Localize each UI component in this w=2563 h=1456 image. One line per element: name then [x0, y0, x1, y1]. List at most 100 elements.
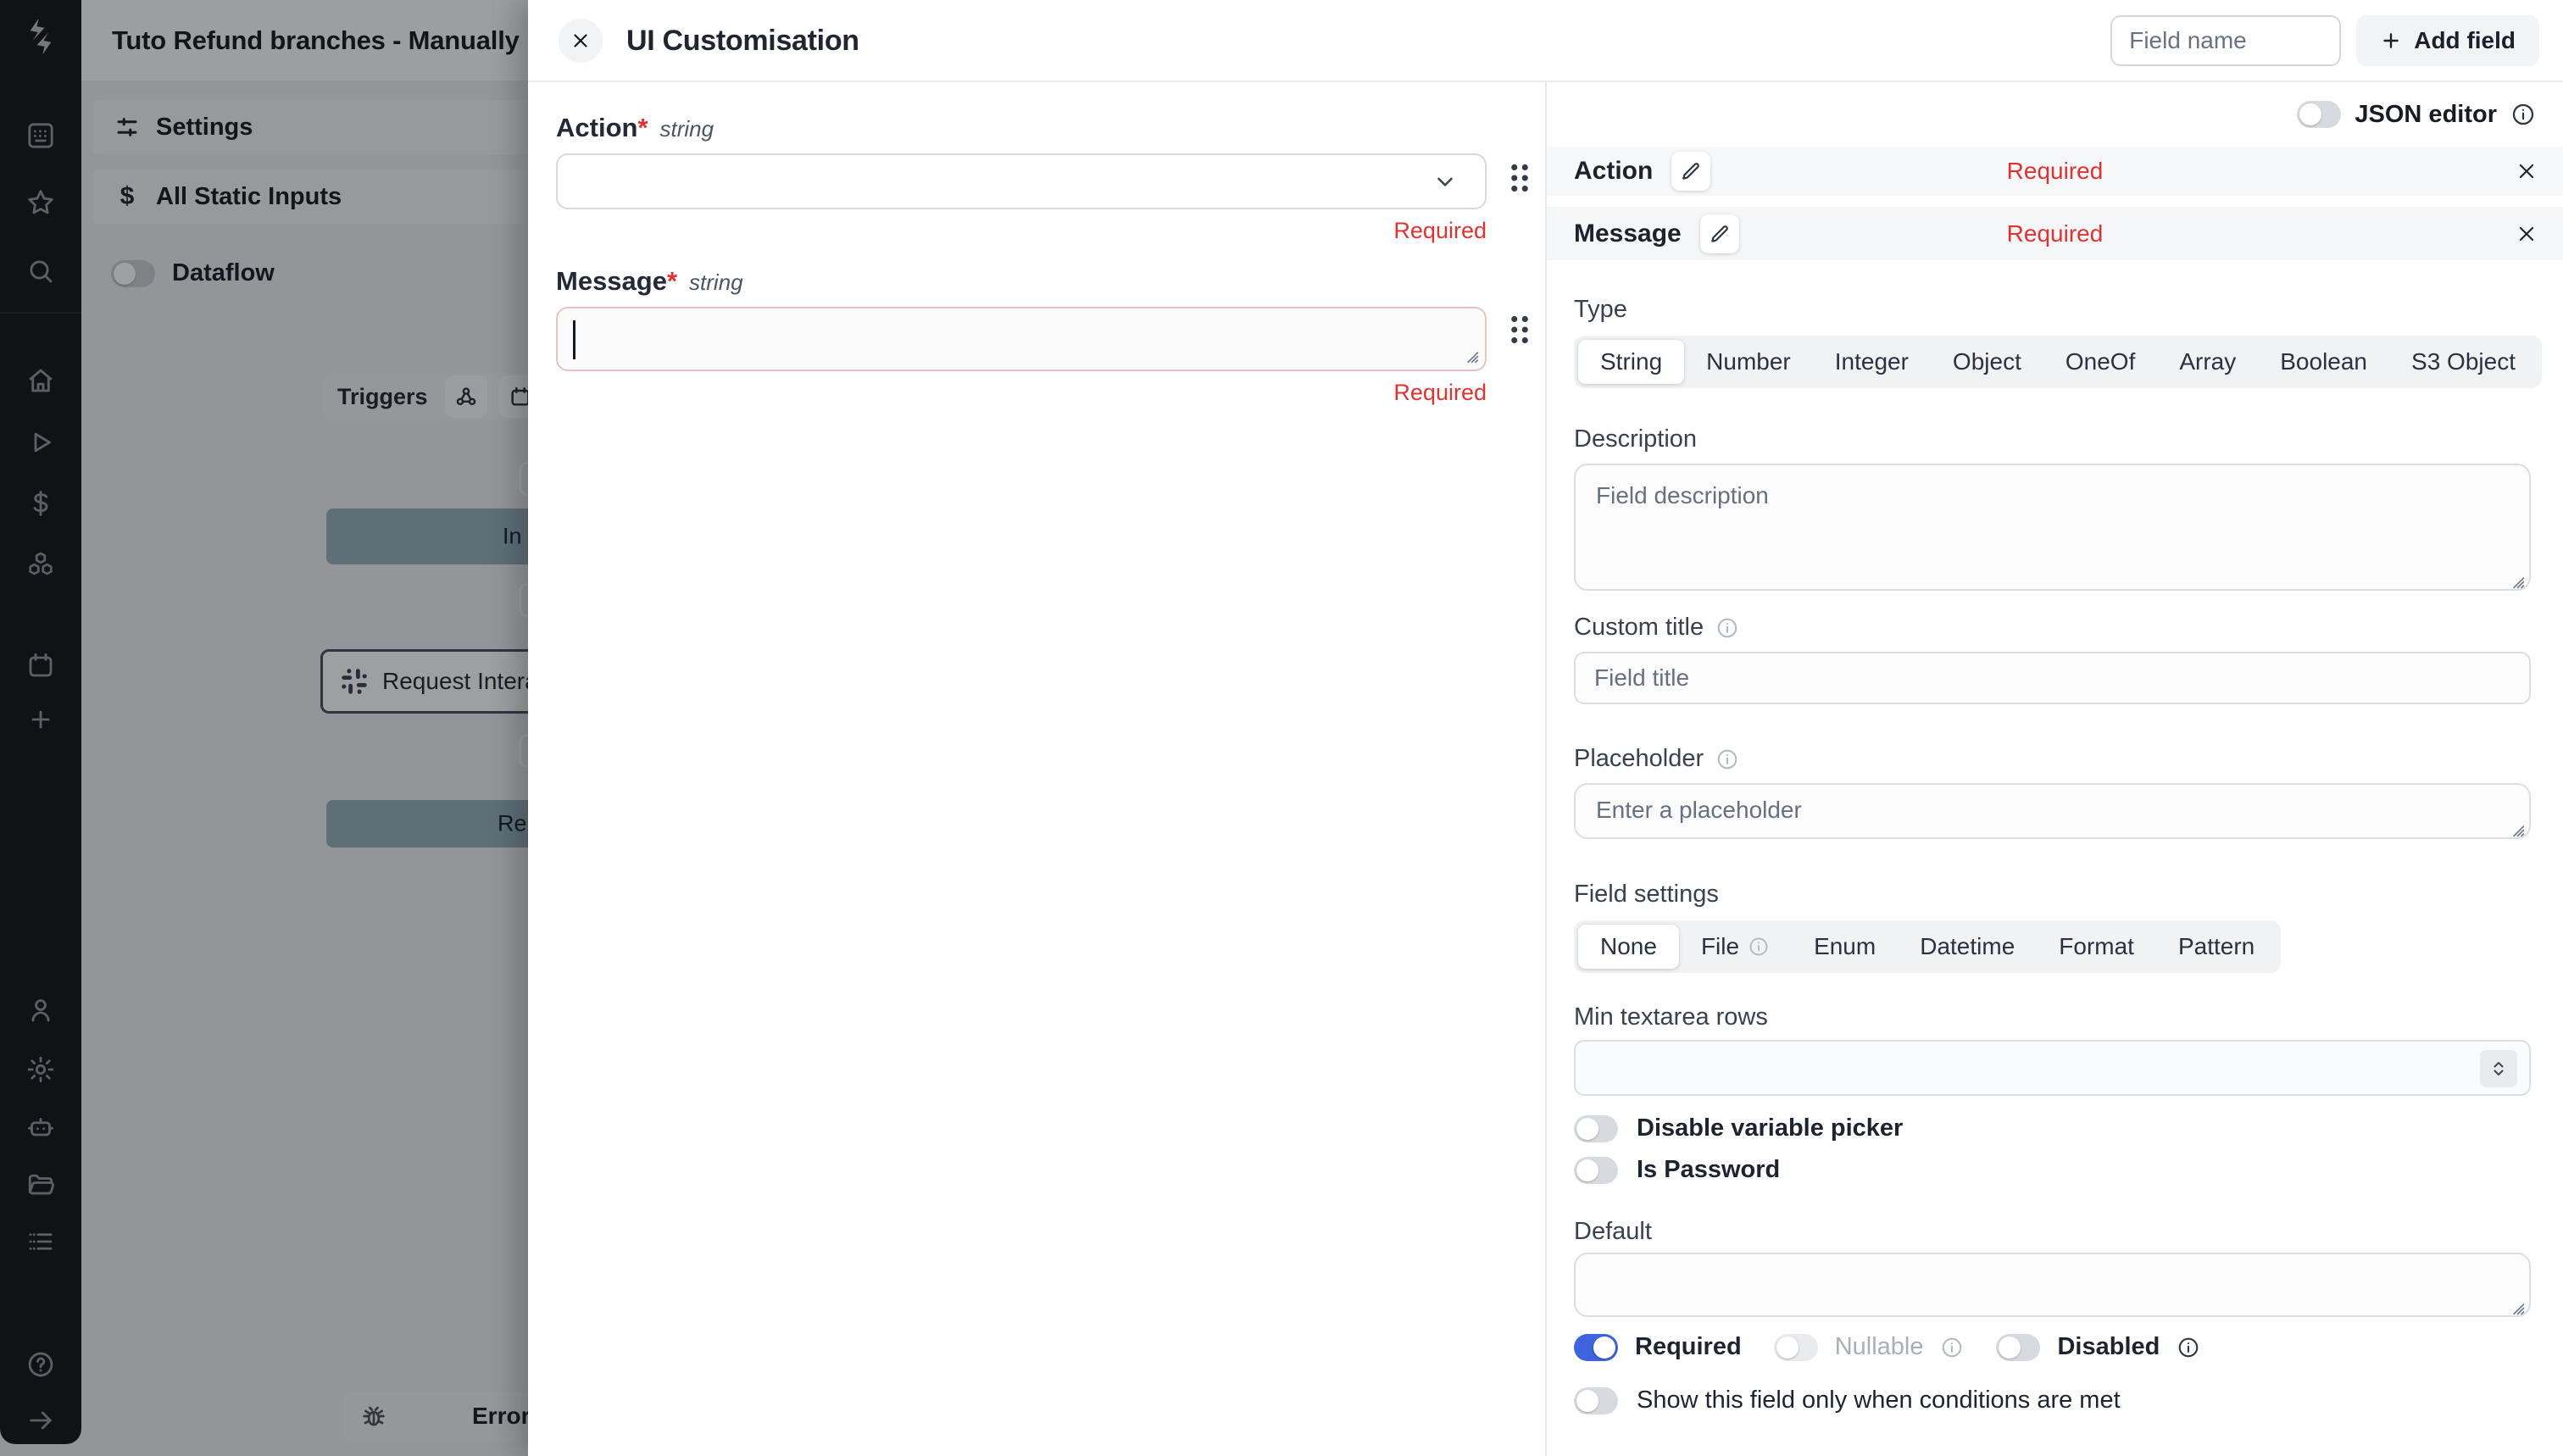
- remove-field-button[interactable]: [2516, 160, 2538, 182]
- app-root: Tuto Refund branches - Manually Settings…: [0, 0, 2563, 1456]
- default-field-wrap: [1574, 1253, 2531, 1321]
- disable-variable-picker-toggle[interactable]: [1574, 1115, 1618, 1142]
- resize-corner-icon[interactable]: [2508, 572, 2525, 589]
- info-icon[interactable]: [2510, 102, 2536, 127]
- close-button[interactable]: [559, 19, 603, 63]
- json-editor-row: JSON editor: [1547, 82, 2563, 147]
- required-toggle-label: Required: [1635, 1333, 1742, 1361]
- info-icon[interactable]: [1715, 616, 1739, 640]
- nullable-toggle-label: Nullable: [1835, 1333, 1924, 1361]
- stepper-chevrons-icon: [2488, 1059, 2509, 1079]
- nullable-toggle[interactable]: [1774, 1334, 1818, 1361]
- message-field-control: [556, 307, 1487, 371]
- info-icon[interactable]: [1940, 1336, 1964, 1359]
- field-settings-option-datetime[interactable]: Datetime: [1898, 925, 2037, 969]
- modal-header: UI Customisation Add field: [528, 0, 2563, 82]
- type-option-oneof[interactable]: OneOf: [2043, 340, 2157, 384]
- field-settings-option-enum[interactable]: Enum: [1792, 925, 1898, 969]
- modal-header-controls: Add field: [2110, 15, 2539, 66]
- json-editor-toggle[interactable]: [2297, 101, 2341, 128]
- type-option-string[interactable]: String: [1578, 340, 1684, 384]
- message-field-label: Message*string: [556, 266, 743, 296]
- is-password-label: Is Password: [1637, 1156, 1780, 1184]
- field-row-status: Required: [2007, 158, 2104, 185]
- number-stepper[interactable]: [2480, 1050, 2517, 1087]
- required-toggle[interactable]: [1574, 1334, 1618, 1361]
- type-option-boolean[interactable]: Boolean: [2258, 340, 2389, 384]
- pencil-icon: [1709, 223, 1731, 245]
- field-row-name: Message: [1574, 220, 1682, 248]
- field-row-name: Action: [1574, 157, 1653, 186]
- chevron-down-icon: [1432, 169, 1458, 194]
- close-icon: [2516, 223, 2538, 245]
- description-textarea[interactable]: [1574, 464, 2531, 591]
- placeholder-textarea[interactable]: [1574, 783, 2531, 839]
- edit-field-button[interactable]: [1700, 214, 1739, 253]
- placeholder-field-wrap: [1574, 783, 2531, 843]
- drag-handle-icon[interactable]: [1505, 158, 1534, 197]
- type-option-s3object[interactable]: S3 Object: [2389, 340, 2538, 384]
- description-label: Description: [1574, 425, 2531, 453]
- default-label: Default: [1574, 1218, 2531, 1246]
- nullable-toggle-group: Nullable: [1774, 1333, 1965, 1361]
- resize-corner-icon[interactable]: [1462, 347, 1479, 364]
- json-editor-label: JSON editor: [2355, 101, 2497, 129]
- add-field-label: Add field: [2414, 27, 2516, 54]
- info-icon[interactable]: [1715, 747, 1739, 771]
- action-required-hint: Required: [556, 218, 1487, 244]
- drag-handle-icon[interactable]: [1505, 310, 1534, 349]
- field-editor-panel: JSON editor Action Required Message Requ…: [1547, 82, 2563, 1456]
- plus-icon: [2380, 30, 2402, 52]
- field-row-message[interactable]: Message Required: [1547, 207, 2563, 260]
- type-option-integer[interactable]: Integer: [1813, 340, 1931, 384]
- field-settings-option-file[interactable]: File: [1679, 925, 1792, 969]
- form-preview-column: Action*string Required Message*string Re…: [528, 82, 1545, 1456]
- required-asterisk: *: [637, 113, 648, 142]
- field-row-action[interactable]: Action Required: [1547, 147, 2563, 196]
- field-name-input[interactable]: [2110, 15, 2341, 66]
- custom-title-input[interactable]: [1574, 652, 2531, 704]
- field-editor-body: Type String Number Integer Object OneOf …: [1547, 296, 2563, 1414]
- conditions-toggle[interactable]: [1574, 1387, 1618, 1414]
- disabled-toggle[interactable]: [1996, 1334, 2040, 1361]
- action-select[interactable]: [556, 153, 1487, 209]
- min-rows-number-input[interactable]: [1574, 1040, 2531, 1096]
- edit-field-button[interactable]: [1671, 152, 1710, 191]
- field-settings-label: Field settings: [1574, 881, 2531, 909]
- is-password-toggle[interactable]: [1574, 1157, 1618, 1184]
- type-label: Type: [1574, 296, 2531, 324]
- remove-field-button[interactable]: [2516, 223, 2538, 245]
- default-textarea[interactable]: [1574, 1253, 2531, 1317]
- type-segmented-control: String Number Integer Object OneOf Array…: [1574, 336, 2542, 388]
- pencil-icon: [1680, 160, 1702, 182]
- field-settings-option-none[interactable]: None: [1578, 925, 1679, 969]
- text-cursor: [573, 320, 575, 359]
- type-option-number[interactable]: Number: [1684, 340, 1813, 384]
- close-icon: [570, 31, 591, 51]
- message-textarea[interactable]: [556, 307, 1487, 371]
- resize-corner-icon[interactable]: [2508, 820, 2525, 837]
- required-toggle-group: Required: [1574, 1333, 1742, 1361]
- info-icon: [1748, 936, 1770, 958]
- disabled-toggle-group: Disabled: [1996, 1333, 2200, 1361]
- add-field-button[interactable]: Add field: [2356, 15, 2539, 66]
- modal-title: UI Customisation: [626, 0, 859, 82]
- field-settings-option-format[interactable]: Format: [2037, 925, 2156, 969]
- type-option-object[interactable]: Object: [1931, 340, 2043, 384]
- resize-corner-icon[interactable]: [2508, 1298, 2525, 1315]
- field-settings-option-pattern[interactable]: Pattern: [2156, 925, 2277, 969]
- conditions-label: Show this field only when conditions are…: [1637, 1387, 2121, 1414]
- required-asterisk: *: [667, 266, 677, 296]
- info-icon[interactable]: [2177, 1336, 2200, 1359]
- is-password-row: Is Password: [1574, 1156, 2531, 1184]
- ui-customisation-modal: UI Customisation Add field Action*string…: [528, 0, 2563, 1456]
- disable-variable-picker-row: Disable variable picker: [1574, 1114, 2531, 1142]
- type-option-array[interactable]: Array: [2157, 340, 2258, 384]
- action-field-control: [556, 153, 1487, 209]
- conditions-row: Show this field only when conditions are…: [1574, 1387, 2531, 1414]
- modal-overlay[interactable]: [0, 0, 528, 1456]
- validation-toggles-row: Required Nullable Disabled: [1574, 1333, 2531, 1361]
- action-field-label: Action*string: [556, 113, 714, 142]
- field-row-status: Required: [2007, 220, 2104, 247]
- disable-variable-picker-label: Disable variable picker: [1637, 1114, 1903, 1142]
